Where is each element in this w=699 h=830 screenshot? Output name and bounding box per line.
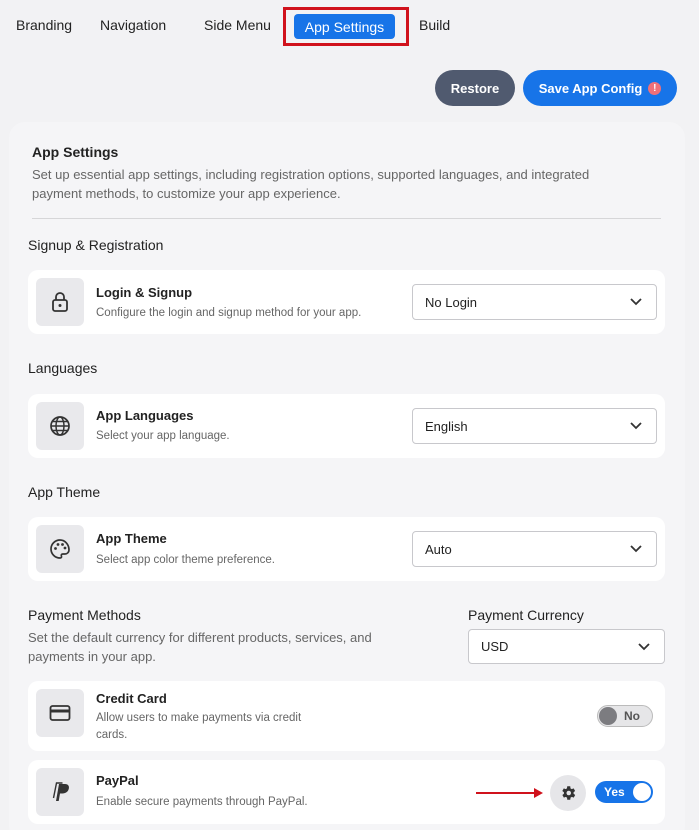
currency-select[interactable]: USD bbox=[468, 629, 665, 664]
palette-icon bbox=[36, 525, 84, 573]
lock-icon bbox=[36, 278, 84, 326]
payments-description-line1: Set the default currency for different p… bbox=[28, 630, 372, 645]
tab-branding[interactable]: Branding bbox=[16, 17, 72, 33]
language-select[interactable]: English bbox=[412, 408, 657, 444]
theme-select[interactable]: Auto bbox=[412, 531, 657, 567]
login-method-select[interactable]: No Login bbox=[412, 284, 657, 320]
credit-card-description-line2: cards. bbox=[96, 729, 128, 741]
credit-card-toggle[interactable]: No bbox=[597, 705, 653, 727]
save-button-label: Save App Config bbox=[538, 80, 643, 96]
theme-value: Auto bbox=[425, 541, 452, 557]
language-value: English bbox=[425, 418, 468, 434]
paypal-description: Enable secure payments through PayPal. bbox=[96, 796, 308, 808]
tab-navigation[interactable]: Navigation bbox=[100, 17, 166, 33]
section-title-signup: Signup & Registration bbox=[28, 237, 164, 253]
app-theme-title: App Theme bbox=[96, 531, 167, 546]
paypal-title: PayPal bbox=[96, 773, 139, 788]
payment-currency-label: Payment Currency bbox=[468, 607, 584, 623]
paypal-toggle-label: Yes bbox=[604, 785, 625, 799]
chevron-down-icon bbox=[630, 545, 642, 553]
tab-side-menu[interactable]: Side Menu bbox=[204, 17, 271, 33]
login-method-value: No Login bbox=[425, 294, 478, 310]
credit-card-description-line1: Allow users to make payments via credit bbox=[96, 712, 302, 724]
restore-button[interactable]: Restore bbox=[435, 70, 515, 106]
gear-icon bbox=[562, 786, 576, 800]
paypal-settings-button[interactable] bbox=[550, 775, 586, 811]
login-signup-title: Login & Signup bbox=[96, 285, 193, 300]
warning-badge: ! bbox=[648, 81, 662, 95]
tab-app-settings[interactable]: App Settings bbox=[294, 14, 395, 39]
divider bbox=[32, 218, 661, 219]
section-title-languages: Languages bbox=[28, 360, 98, 376]
page-title: App Settings bbox=[32, 144, 119, 160]
globe-icon bbox=[36, 402, 84, 450]
credit-card-title: Credit Card bbox=[96, 691, 167, 706]
tab-build[interactable]: Build bbox=[419, 17, 450, 33]
payments-description-line2: payments in your app. bbox=[28, 649, 156, 664]
app-languages-title: App Languages bbox=[96, 408, 194, 423]
arrow-right-icon bbox=[476, 788, 543, 798]
page-description-line2: payment methods, to customize your app e… bbox=[32, 186, 341, 201]
paypal-icon bbox=[36, 768, 84, 816]
section-title-payments: Payment Methods bbox=[28, 607, 141, 623]
login-signup-description: Configure the login and signup method fo… bbox=[96, 307, 362, 319]
restore-button-label: Restore bbox=[450, 80, 500, 96]
credit-card-card: Credit Card Allow users to make payments… bbox=[28, 681, 665, 751]
toggle-knob bbox=[599, 707, 617, 725]
currency-value: USD bbox=[481, 639, 509, 654]
chevron-down-icon bbox=[630, 422, 642, 430]
save-app-config-button[interactable]: Save App Config ! bbox=[523, 70, 677, 106]
page-description-line1: Set up essential app settings, including… bbox=[32, 167, 590, 182]
chevron-down-icon bbox=[630, 298, 642, 306]
toggle-knob bbox=[633, 783, 651, 801]
section-title-theme: App Theme bbox=[28, 484, 101, 500]
tab-bar: Branding Navigation Side Menu App Settin… bbox=[0, 0, 699, 54]
chevron-down-icon bbox=[638, 643, 650, 651]
credit-card-toggle-label: No bbox=[624, 709, 640, 723]
paypal-toggle[interactable]: Yes bbox=[595, 781, 653, 803]
app-languages-description: Select your app language. bbox=[96, 430, 230, 442]
credit-card-icon bbox=[36, 689, 84, 737]
app-theme-description: Select app color theme preference. bbox=[96, 554, 275, 566]
